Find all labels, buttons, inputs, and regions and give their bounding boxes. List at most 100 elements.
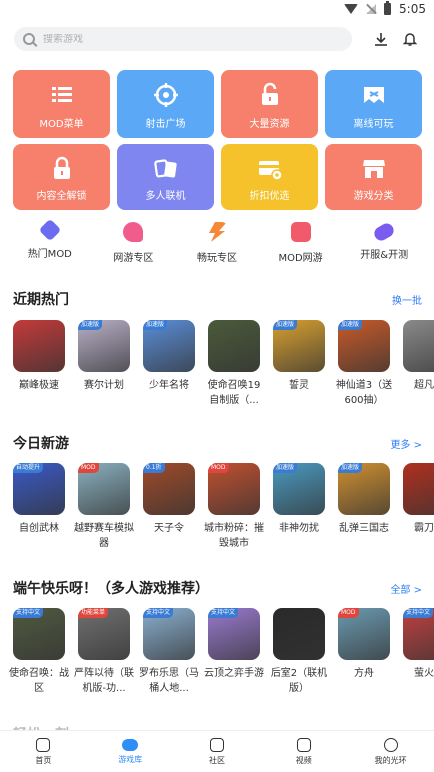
game-item[interactable]: 支持中文 罗布乐思（马桶人地... [139, 608, 199, 696]
notification-button[interactable] [398, 27, 422, 51]
game-item[interactable]: 支持中文使命召唤：战区 [9, 608, 69, 696]
game-name: 严阵以待（联机版-功... [74, 668, 134, 694]
tile-multiplayer[interactable]: 多人联机 [117, 144, 214, 210]
game-name: 神仙道3（送600抽） [335, 380, 393, 406]
tile-offline[interactable]: 离线可玩 [325, 70, 422, 138]
game-badge: 加速版 [143, 320, 168, 330]
tile-label: 多人联机 [145, 191, 186, 202]
game-item[interactable]: 支持中文萤火突 [403, 608, 434, 696]
cube-icon [38, 218, 62, 242]
game-name: 少年名将 [149, 380, 189, 391]
search-input[interactable] [43, 33, 303, 45]
tile-discount[interactable]: 折扣优选 [221, 144, 318, 210]
game-name: 巅峰极速 [19, 380, 59, 391]
game-item[interactable]: MOD 越野赛车模拟器 [74, 463, 134, 551]
search-icon [23, 33, 35, 45]
game-item[interactable]: 后室2（联机版） [271, 608, 327, 696]
status-icons: 5:05 [344, 1, 426, 16]
shortcut-free-play[interactable]: 畅玩专区 [177, 222, 257, 264]
nav-label: 游戏库 [118, 754, 143, 764]
download-icon [375, 33, 387, 46]
game-name: 越野赛车模拟器 [74, 523, 134, 549]
game-item[interactable]: MOD 方舟 [338, 608, 390, 696]
nav-label: 视频 [295, 755, 312, 765]
section-title-festival: 端午快乐呀！（多人游戏推荐） [13, 581, 209, 597]
game-item[interactable]: 功能菜单严阵以待（联机版-功... [74, 608, 134, 696]
game-icon: 加速版 [78, 320, 130, 372]
game-item[interactable]: MOD 城市粉碎：摧毁城市 [204, 463, 264, 551]
game-icon: 支持中文 [13, 608, 65, 660]
nav-video[interactable]: 视频 [269, 737, 339, 766]
game-badge: 支持中文 [208, 608, 239, 618]
game-badge: MOD [208, 463, 229, 473]
lock-open-icon [53, 156, 70, 179]
game-item[interactable]: 加速版少年名将 [143, 320, 195, 408]
game-name: 罗布乐思（马桶人地... [139, 668, 199, 694]
game-item[interactable]: 加速版 乱弹三国志 [338, 463, 390, 551]
capsule-icon [372, 220, 397, 244]
game-name: 使命召唤：战区 [9, 668, 69, 694]
shortcut-online-games[interactable]: 网游专区 [93, 222, 173, 264]
game-name: 方舟 [354, 668, 374, 679]
more-link-new[interactable]: 更多 > [390, 436, 422, 451]
store-icon [362, 160, 385, 178]
game-name: 城市粉碎：摧毁城市 [204, 523, 264, 549]
game-name: 使命召唤19自制版（... [207, 380, 261, 406]
all-link-festival[interactable]: 全部 > [390, 581, 422, 596]
tile-label: MOD菜单 [39, 119, 84, 130]
game-item[interactable]: 巅峰极速 [13, 320, 65, 408]
tile-game-category[interactable]: 游戏分类 [325, 144, 422, 210]
game-icon [403, 463, 434, 515]
game-icon: MOD [338, 608, 390, 660]
nav-game-library[interactable]: 游戏库 [95, 738, 165, 765]
game-badge: 支持中文 [13, 608, 44, 618]
play-icon [296, 737, 311, 752]
game-item[interactable]: 使命召唤19自制版（... [208, 320, 260, 408]
game-icon: 功能菜单 [78, 608, 130, 660]
nav-community[interactable]: 社区 [182, 737, 252, 766]
status-time: 5:05 [399, 2, 426, 16]
tile-shooting[interactable]: 射击广场 [117, 70, 214, 138]
game-item[interactable]: 支持中文 云顶之弈手游 [204, 608, 264, 696]
home-icon [36, 737, 51, 752]
game-name: 后室2（联机版） [270, 668, 328, 694]
game-item[interactable]: 0.1折 天子令 [143, 463, 195, 551]
nav-home[interactable]: 首页 [8, 737, 78, 766]
tile-resources[interactable]: 大量资源 [221, 70, 318, 138]
game-icon: 加速版 [273, 463, 325, 515]
game-icon: 支持中文 [208, 608, 260, 660]
search-box[interactable] [14, 27, 352, 51]
game-item[interactable]: 加速版 誓灵 [273, 320, 325, 408]
no-signal-icon [366, 4, 377, 14]
tile-mod-menu[interactable]: MOD菜单 [13, 70, 110, 138]
game-icon: 支持中文 [403, 608, 434, 660]
nav-profile[interactable]: 我的光环 [356, 737, 426, 766]
game-item[interactable]: 加速版神仙道3（送600抽） [336, 320, 392, 408]
game-badge: 自动提升 [13, 463, 44, 473]
battery-icon [384, 1, 392, 15]
game-item[interactable]: 霸刀传 [403, 463, 434, 551]
game-badge: 加速版 [273, 463, 298, 473]
crosshair-icon [153, 83, 178, 107]
shortcut-hot-mod[interactable]: 热门MOD [10, 218, 90, 264]
download-button[interactable] [369, 27, 393, 51]
shortcut-server-open[interactable]: 开服&开测 [344, 220, 424, 264]
shortcut-mod-online[interactable]: MOD网游 [261, 222, 341, 264]
game-item[interactable]: 加速版 非神勿扰 [273, 463, 325, 551]
category-tiles: MOD菜单 射击广场 大量资源 离线可玩 内容全解锁 多人联机 折扣优选 游戏分… [13, 70, 422, 210]
nav-label: 社区 [208, 755, 225, 765]
game-name: 萤火突 [414, 668, 434, 679]
tile-unlock-all[interactable]: 内容全解锁 [13, 144, 110, 210]
game-item[interactable]: 加速版赛尔计划 [78, 320, 130, 408]
game-name: 赛尔计划 [84, 380, 124, 391]
bottom-nav: 首页 游戏库 社区 视频 我的光环 [0, 730, 434, 772]
game-icon: 加速版 [338, 320, 390, 372]
user-icon [383, 737, 398, 752]
tile-label: 内容全解锁 [36, 191, 87, 202]
shortcut-label: 开服&开测 [360, 250, 409, 261]
game-badge: 加速版 [78, 320, 103, 330]
refresh-link[interactable]: 换一批 [392, 292, 422, 307]
game-item[interactable]: 超凡先 [403, 320, 434, 408]
tile-label: 大量资源 [249, 119, 290, 130]
game-item[interactable]: 自动提升 自创武林 [13, 463, 65, 551]
